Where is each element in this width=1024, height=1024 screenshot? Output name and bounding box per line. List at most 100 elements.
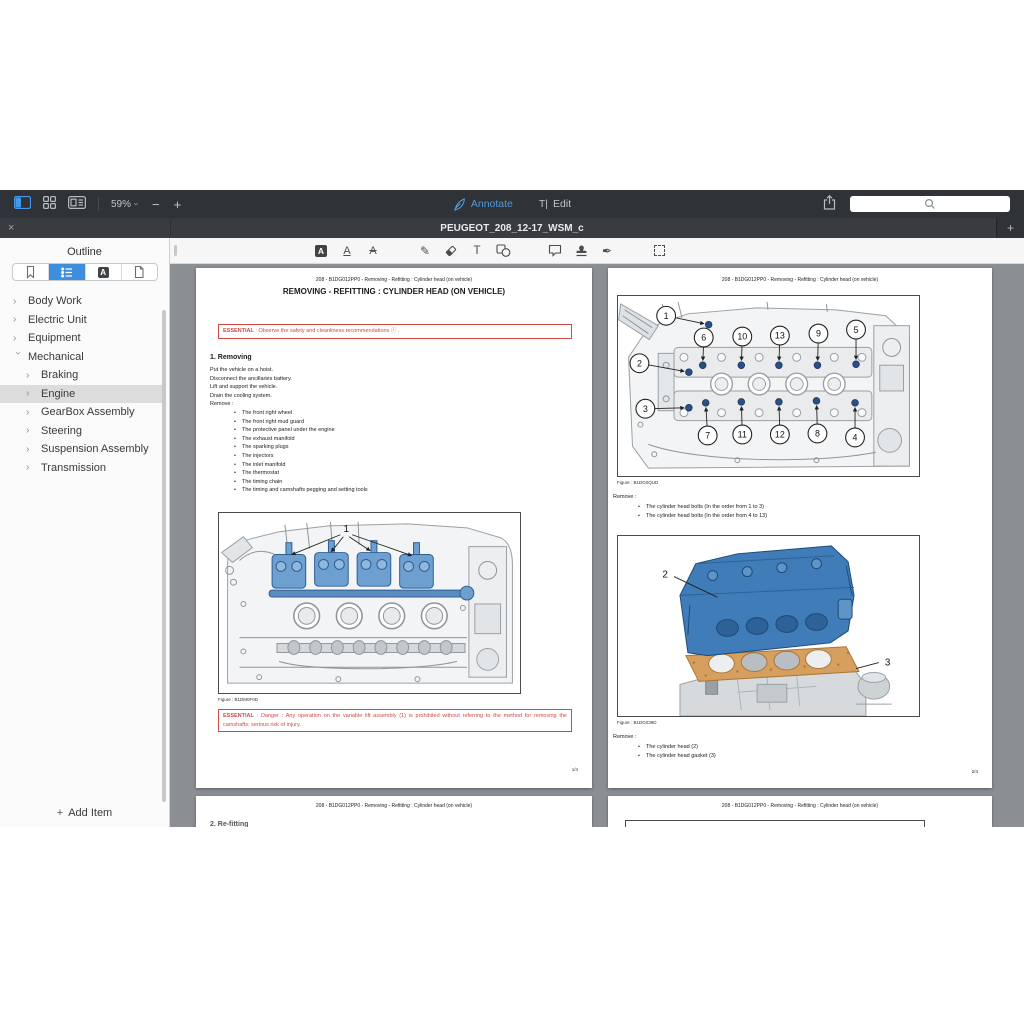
figure-callout-3: 3 — [885, 658, 891, 669]
essential-note: ESSENTIAL : Observe the safety and clean… — [218, 324, 572, 339]
page-header: 208 - B1DG012PP0 - Removing - Refitting … — [608, 803, 992, 809]
list-item: The cylinder head bolts (In the order fr… — [638, 503, 767, 512]
add-item-button[interactable]: + Add Item — [0, 807, 169, 819]
list-item: The inlet manifold — [234, 461, 368, 470]
outline-item-gearbox-assembly[interactable]: ›GearBox Assembly — [0, 403, 163, 422]
outline-item-suspension-assembly[interactable]: ›Suspension Assembly — [0, 440, 163, 459]
chevron-right-icon[interactable]: › — [26, 425, 36, 436]
shapes-tool[interactable] — [490, 240, 516, 262]
add-item-label: Add Item — [68, 807, 112, 819]
tab-bookmarks[interactable] — [13, 264, 49, 280]
sidebar-toggle-button[interactable] — [14, 196, 31, 212]
page-header: 208 - B1DG012PP0 - Removing - Refitting … — [608, 277, 992, 283]
chevron-right-icon[interactable]: › — [13, 333, 23, 344]
pdf-page-1: 208 - B1DG012PP0 - Removing - Refitting … — [196, 268, 592, 788]
list-item: The cylinder head (2) — [638, 743, 716, 752]
pencil-tool[interactable]: ✎ — [412, 240, 438, 262]
tab-bar-divider — [170, 220, 171, 236]
outline-item-mechanical[interactable]: ›Mechanical — [0, 348, 163, 367]
chevron-right-icon[interactable]: › — [26, 462, 36, 473]
sidebar-title: Outline — [0, 238, 169, 258]
sidebar-scrollbar[interactable] — [162, 310, 166, 802]
edit-label: Edit — [553, 198, 571, 210]
zoom-out-button[interactable]: − — [152, 198, 160, 211]
chevron-right-icon[interactable]: › — [26, 370, 36, 381]
bolt-callout-8: 8 — [815, 429, 820, 439]
essential-danger-note: ESSENTIAL : Danger : Any operation on th… — [218, 709, 572, 732]
page-icon — [133, 265, 145, 279]
pdf-page-3: 208 - B1DG012PP0 - Removing - Refitting … — [196, 796, 592, 827]
page-header: 208 - B1DG012PP0 - Removing - Refitting … — [196, 277, 592, 283]
outline-item-transmission[interactable]: ›Transmission — [0, 459, 163, 478]
share-button[interactable] — [823, 195, 836, 213]
outline-item-label: GearBox Assembly — [36, 406, 135, 418]
procedure-steps: Put the vehicle on a hoist.Disconnect th… — [210, 366, 292, 409]
figure-caption: Figure : B1DG039D — [617, 720, 657, 725]
outline-item-steering[interactable]: ›Steering — [0, 422, 163, 441]
note-tool[interactable] — [542, 240, 568, 262]
engine-figure-variable-lift-svg: 1 — [219, 513, 520, 693]
chevron-right-icon[interactable]: › — [26, 388, 36, 399]
figure-head-gasket: 2 3 — [617, 535, 920, 717]
strikethrough-tool[interactable]: A — [360, 240, 386, 262]
chevron-right-icon[interactable]: › — [13, 314, 23, 325]
document-area[interactable]: 208 - B1DG012PP0 - Removing - Refitting … — [170, 264, 1024, 827]
list-item: The injectors — [234, 452, 368, 461]
outline-item-label: Body Work — [23, 295, 82, 307]
search-field — [850, 196, 1010, 212]
section-title: 2. Re-fitting — [210, 821, 249, 827]
highlight-icon: A — [315, 245, 327, 257]
document-tab-title[interactable]: PEUGEOT_208_12-17_WSM_c — [0, 223, 1024, 234]
main-toolbar: 59%› − + Annotate T| Edit — [0, 190, 1024, 218]
zoom-level-dropdown[interactable]: 59%› — [111, 199, 138, 210]
plus-icon: + — [57, 807, 63, 819]
removal-bullet-list: The front right wheelThe front right mud… — [234, 409, 368, 495]
figure-caption: Figure : B1DM0F0D — [218, 697, 258, 702]
outline-list-icon — [60, 266, 74, 279]
zoom-in-button[interactable]: + — [174, 198, 182, 211]
list-item: The cylinder head gasket (3) — [638, 752, 716, 761]
edit-tab[interactable]: T| Edit — [539, 198, 571, 210]
bolt-callout-4: 4 — [853, 433, 858, 443]
outline-item-label: Suspension Assembly — [36, 443, 149, 455]
selection-tool[interactable] — [646, 240, 672, 262]
add-tab-button[interactable]: + — [996, 218, 1024, 238]
list-item: The timing and camshafts pegging and set… — [234, 486, 368, 495]
highlight-text-tool[interactable]: A — [308, 240, 334, 262]
page-title: REMOVING - REFITTING : CYLINDER HEAD (ON… — [196, 287, 592, 296]
tab-pages[interactable] — [122, 264, 157, 280]
toolbar-drag-handle[interactable] — [174, 245, 177, 256]
tab-annotations[interactable]: A — [86, 264, 122, 280]
annotate-label: Annotate — [471, 198, 513, 210]
list-item: Remove : — [210, 400, 292, 409]
pdf-viewer-window: 59%› − + Annotate T| Edit — [0, 190, 1024, 827]
signature-tool[interactable]: ✒ — [594, 240, 620, 262]
outline-item-braking[interactable]: ›Braking — [0, 366, 163, 385]
thumbnails-view-button[interactable] — [43, 196, 56, 212]
bolt-callout-1: 1 — [664, 311, 669, 321]
underline-tool[interactable]: A — [334, 240, 360, 262]
reading-view-icon — [68, 196, 86, 209]
outline-item-body-work[interactable]: ›Body Work — [0, 292, 163, 311]
bolt-callout-5: 5 — [854, 325, 859, 335]
chevron-down-icon[interactable]: › — [13, 352, 24, 362]
figure-head-bolts: 12361013957111284 — [617, 295, 920, 477]
outline-item-label: Braking — [36, 369, 78, 381]
chevron-right-icon[interactable]: › — [26, 444, 36, 455]
close-tab-button[interactable]: × — [8, 223, 14, 234]
signature-pen-icon: ✒ — [602, 244, 612, 258]
sidebar-tab-bar: A — [12, 263, 158, 281]
reading-view-button[interactable] — [68, 196, 86, 212]
tab-outline[interactable] — [49, 264, 85, 280]
chevron-right-icon[interactable]: › — [13, 296, 23, 307]
outline-item-engine[interactable]: ›Engine — [0, 385, 163, 404]
outline-item-label: Mechanical — [23, 351, 84, 363]
stamp-tool[interactable] — [568, 240, 594, 262]
text-tool[interactable]: T — [464, 240, 490, 262]
outline-item-equipment[interactable]: ›Equipment — [0, 329, 163, 348]
outline-item-label: Steering — [36, 425, 82, 437]
outline-item-electric-unit[interactable]: ›Electric Unit — [0, 311, 163, 330]
chevron-right-icon[interactable]: › — [26, 407, 36, 418]
annotate-tab[interactable]: Annotate — [453, 198, 513, 211]
eraser-tool[interactable] — [438, 240, 464, 262]
